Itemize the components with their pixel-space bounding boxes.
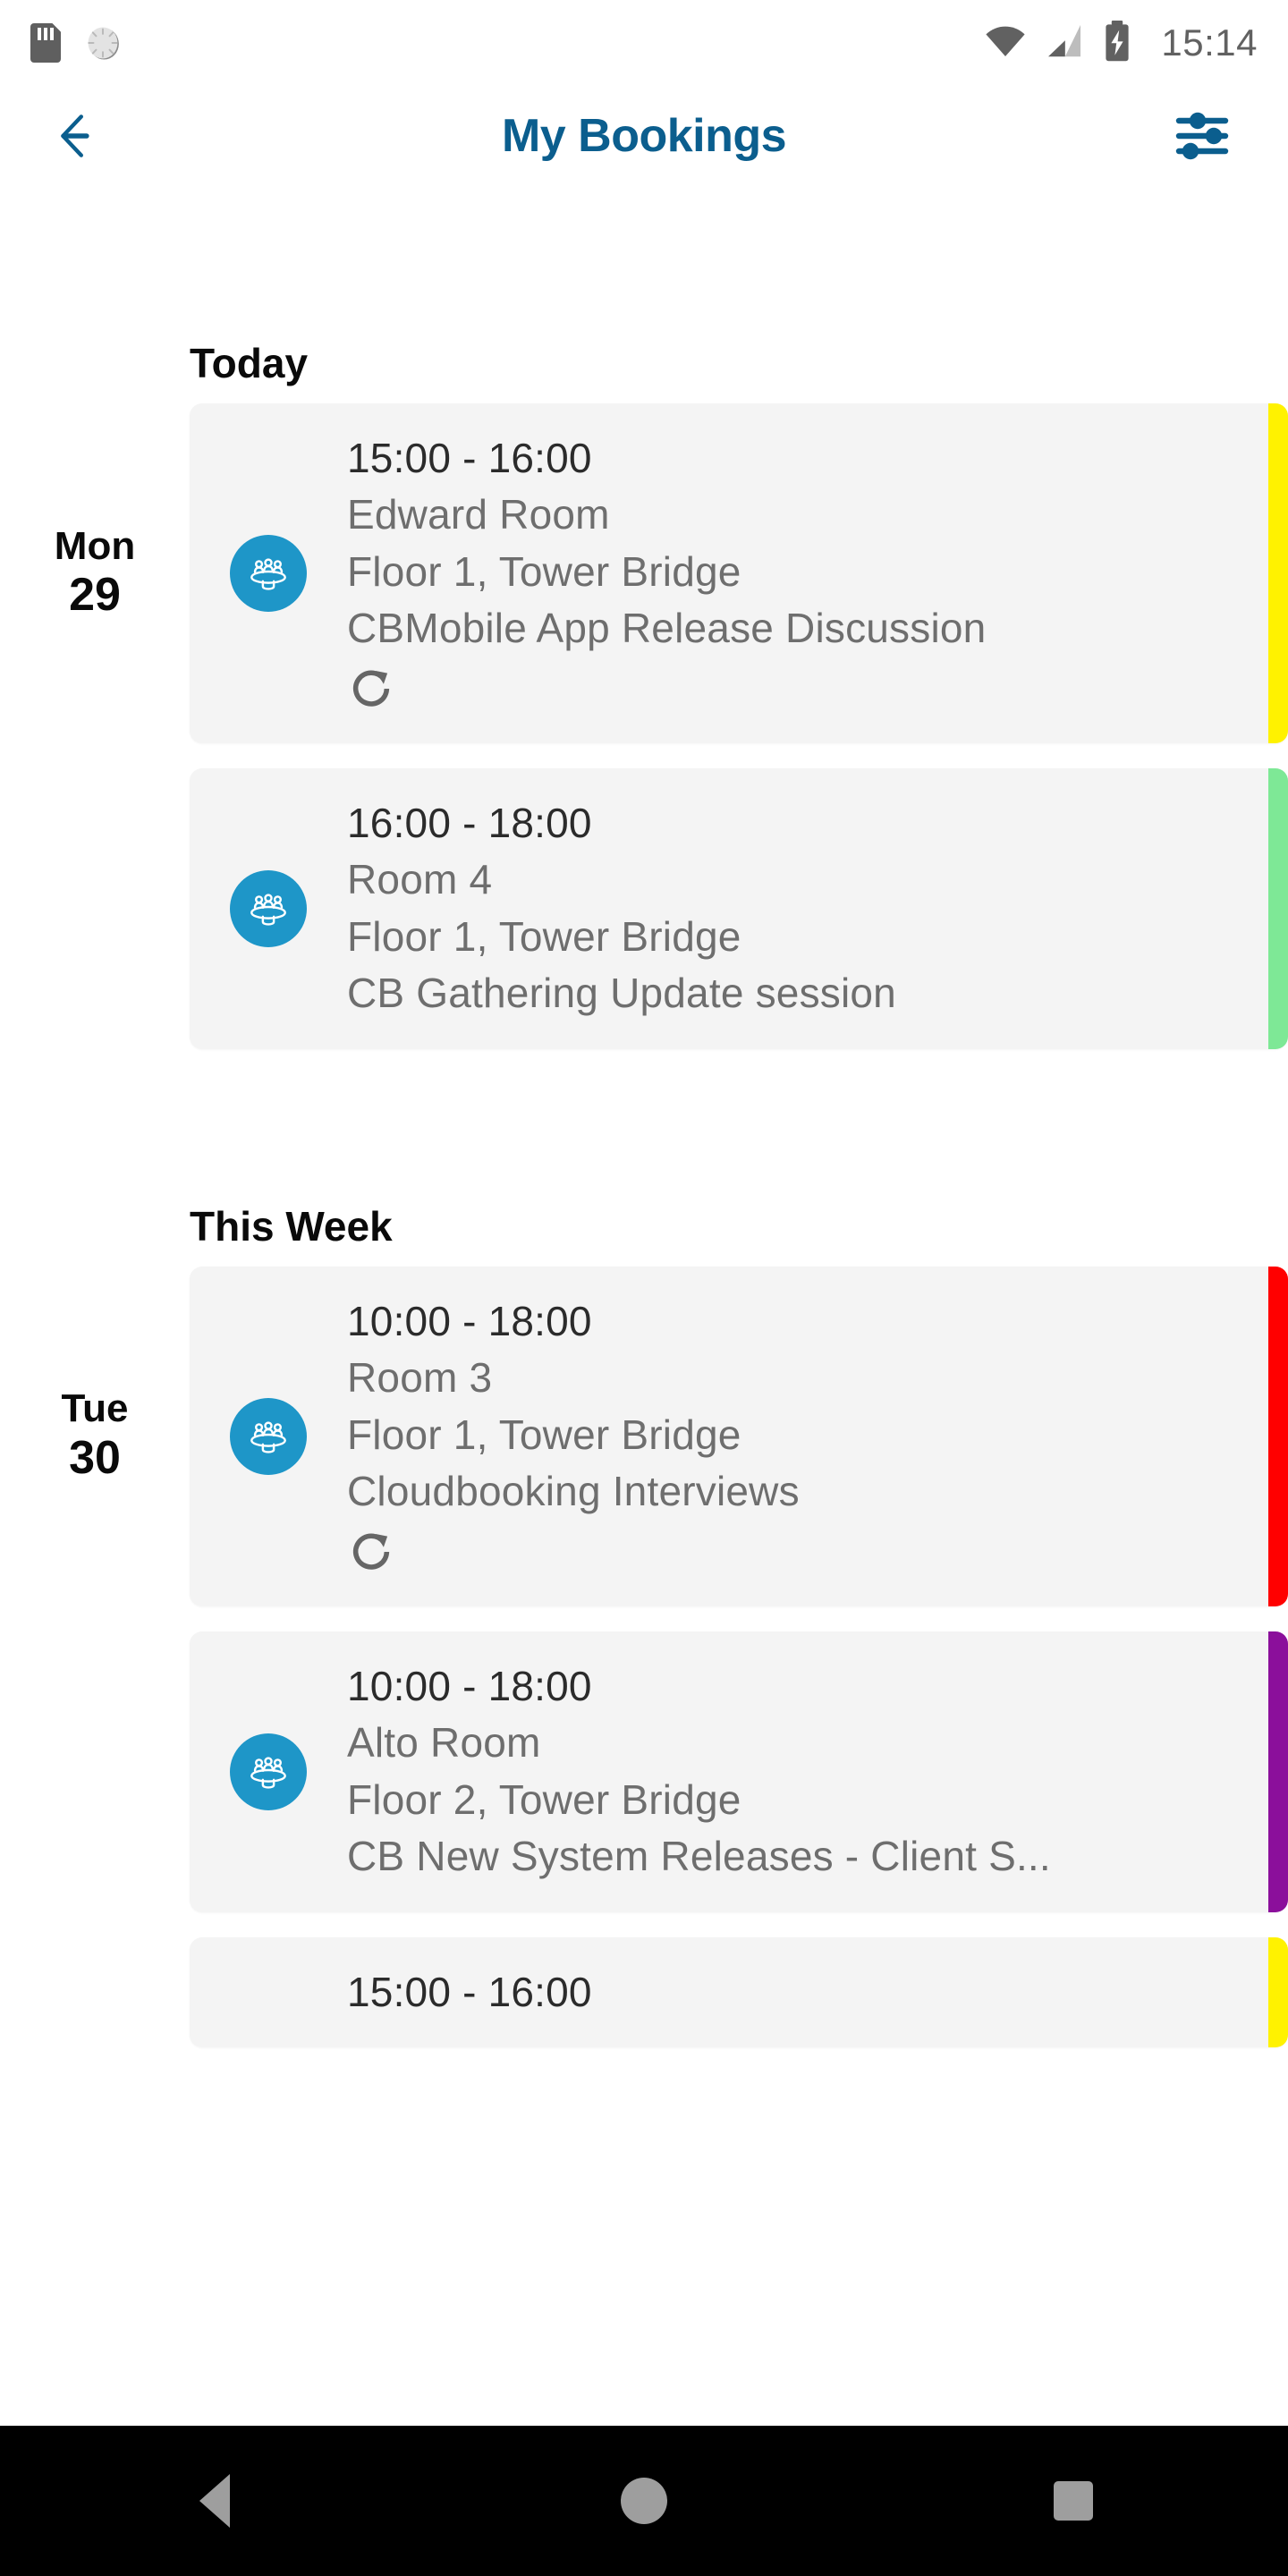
booking-room: Alto Room xyxy=(347,1719,541,1767)
booking-row: 16:00 - 18:00 Room 4 Floor 1, Tower Bridge… xyxy=(0,767,1288,1049)
booking-card[interactable]: 15:00 - 16:00 xyxy=(190,1936,1288,2047)
booking-location: Floor 2, Tower Bridge xyxy=(347,1775,741,1823)
booking-room: Edward Room xyxy=(347,491,610,538)
booking-card[interactable]: 10:00 - 18:00 Room 3 Floor 1, Tower Bridge… xyxy=(190,1266,1288,1606)
booking-card[interactable]: 10:00 - 18:00 Alto Room Floor 2, Tower Bri… xyxy=(190,1631,1288,1912)
recurring-booking-icon xyxy=(352,1533,390,1570)
status-bar-left-icons xyxy=(30,23,122,63)
nav-back-triangle-icon xyxy=(199,2474,230,2528)
meeting-room-icon xyxy=(230,534,307,612)
booking-details: 15:00 - 16:00 Edward Room Floor 1, Tower B… xyxy=(347,430,1288,716)
booking-row: Tue 30 10:00 - 18:00 Room 3 Floor 1, Tower … xyxy=(0,1266,1288,1606)
booking-location: Floor 1, Tower Bridge xyxy=(347,1411,741,1458)
meeting-room-glyph xyxy=(250,894,286,926)
booking-details: 10:00 - 18:00 Room 3 Floor 1, Tower Bridge… xyxy=(347,1293,1288,1580)
booking-time: 15:00 - 16:00 xyxy=(347,1968,592,2015)
meeting-room-icon xyxy=(230,1733,307,1810)
booking-room: Room 4 xyxy=(347,856,493,903)
app-header: My Bookings xyxy=(0,86,1288,186)
back-button[interactable] xyxy=(43,93,129,179)
booking-card[interactable]: 15:00 - 16:00 Edward Room Floor 1, Tower B… xyxy=(190,403,1288,743)
nav-home-circle-icon xyxy=(621,2478,667,2524)
booking-date-day: 30 xyxy=(69,1432,121,1485)
booking-date xyxy=(0,1937,190,2047)
booking-status-strip xyxy=(1268,1936,1288,2047)
status-bar-right-icons: 15:14 xyxy=(984,20,1258,66)
booking-time: 15:00 - 16:00 xyxy=(347,435,592,481)
booking-type-icon-wrap xyxy=(190,1397,347,1475)
back-nav-button[interactable] xyxy=(143,2447,286,2555)
section-title: Today xyxy=(190,340,309,386)
meeting-room-glyph xyxy=(250,558,286,590)
booking-date: Mon 29 xyxy=(0,403,190,743)
booking-date: Tue 30 xyxy=(0,1267,190,1606)
wifi-icon xyxy=(984,23,1027,64)
status-bar-clock: 15:14 xyxy=(1161,21,1258,64)
booking-status-strip xyxy=(1268,1266,1288,1606)
recurring-indicator xyxy=(347,1528,1252,1580)
booking-date-weekday: Mon xyxy=(54,523,136,568)
booking-room: Room 3 xyxy=(347,1354,493,1402)
cellular-signal-icon xyxy=(1045,23,1084,64)
booking-status-strip xyxy=(1268,767,1288,1049)
booking-subject: Cloudbooking Interviews xyxy=(347,1468,800,1515)
booking-card[interactable]: 16:00 - 18:00 Room 4 Floor 1, Tower Bridge… xyxy=(190,767,1288,1049)
booking-details: 10:00 - 18:00 Alto Room Floor 2, Tower Bri… xyxy=(347,1658,1288,1885)
booking-status-strip xyxy=(1268,1631,1288,1912)
booking-details: 15:00 - 16:00 xyxy=(347,1964,1288,2021)
meeting-room-icon xyxy=(230,1397,307,1475)
booking-time: 10:00 - 18:00 xyxy=(347,1297,592,1344)
booking-status-strip xyxy=(1268,403,1288,743)
booking-row: Mon 29 15:00 - 16:00 Edward Room Floor 1, T… xyxy=(0,403,1288,743)
booking-details: 16:00 - 18:00 Room 4 Floor 1, Tower Bridge… xyxy=(347,795,1288,1022)
battery-charging-icon xyxy=(1102,20,1132,66)
android-nav-bar xyxy=(0,2426,1288,2576)
meeting-room-glyph xyxy=(250,1756,286,1789)
recurring-indicator xyxy=(347,665,1252,716)
recurring-booking-icon xyxy=(352,670,390,707)
booking-date xyxy=(0,768,190,1049)
booking-subject: CBMobile App Release Discussion xyxy=(347,605,987,652)
section-title: This Week xyxy=(190,1202,393,1250)
booking-time: 16:00 - 18:00 xyxy=(347,799,592,846)
booking-row: 15:00 - 16:00 xyxy=(0,1936,1288,2047)
booking-subject: CB New System Releases - Client S... xyxy=(347,1833,1051,1880)
home-nav-button[interactable] xyxy=(572,2447,716,2555)
booking-date-day: 29 xyxy=(69,569,121,622)
back-arrow-icon xyxy=(61,114,89,157)
recents-nav-button[interactable] xyxy=(1002,2447,1145,2555)
booking-type-icon-wrap xyxy=(190,534,347,612)
booking-location: Floor 1, Tower Bridge xyxy=(347,912,741,960)
app-root: 15:14 My Bookings Today Mon 29 15:00 - 1… xyxy=(0,0,1288,2576)
booking-row: 10:00 - 18:00 Alto Room Floor 2, Tower Bri… xyxy=(0,1631,1288,1912)
meeting-room-icon xyxy=(230,869,307,947)
booking-time: 10:00 - 18:00 xyxy=(347,1662,592,1709)
meeting-room-glyph xyxy=(250,1421,286,1453)
filter-button[interactable] xyxy=(1159,93,1245,179)
booking-type-icon-wrap xyxy=(190,1733,347,1810)
bookings-list[interactable]: Today Mon 29 15:00 - 16:00 Edward Room Floor… xyxy=(0,186,1288,2426)
status-bar: 15:14 xyxy=(0,0,1288,86)
booking-type-icon-wrap xyxy=(190,869,347,947)
booking-location: Floor 1, Tower Bridge xyxy=(347,547,741,595)
filter-sliders-icon xyxy=(1175,112,1229,160)
sd-card-icon xyxy=(30,23,61,63)
booking-date-weekday: Tue xyxy=(61,1386,129,1431)
booking-subject: CB Gathering Update session xyxy=(347,970,896,1017)
nav-recents-square-icon xyxy=(1054,2481,1093,2521)
spinner-icon xyxy=(84,23,122,63)
page-title: My Bookings xyxy=(501,110,787,162)
booking-date xyxy=(0,1631,190,1912)
